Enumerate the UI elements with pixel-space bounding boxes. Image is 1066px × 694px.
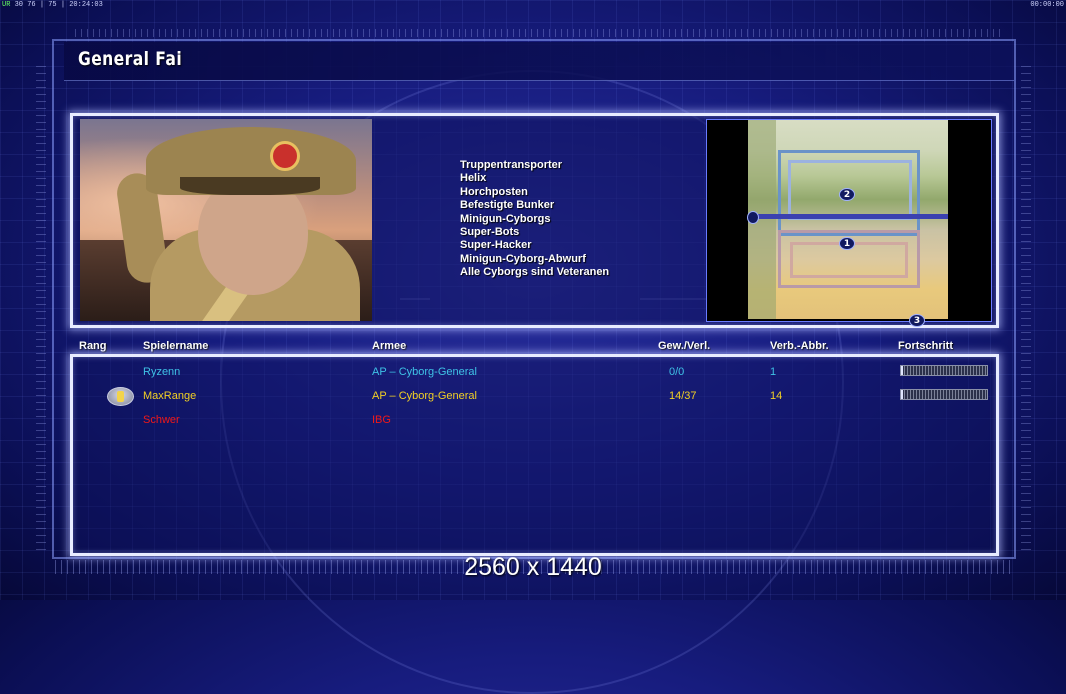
- player-army: AP – Cyborg-General: [372, 366, 477, 378]
- rank-icon: [107, 387, 134, 406]
- start-marker-2[interactable]: 2: [839, 188, 855, 201]
- header-winloss: Gew./Verl.: [658, 340, 711, 352]
- ruler-left: [36, 60, 46, 550]
- unit-item: Horchposten: [460, 185, 528, 198]
- start-marker-3[interactable]: 3: [909, 314, 925, 327]
- status-time: 00:00:00: [1030, 1, 1064, 9]
- unit-item: Alle Cyborgs sind Veteranen: [460, 266, 610, 279]
- status-stats: 30 76 | 75 | 20:24:03: [14, 1, 103, 9]
- unit-item: Super-Bots: [460, 225, 520, 238]
- header-army: Armee: [372, 340, 407, 352]
- unit-item: Helix: [460, 172, 487, 185]
- player-army: IBG: [372, 414, 391, 426]
- header-player: Spielername: [143, 340, 209, 352]
- progress-bar: [900, 365, 988, 376]
- resolution-label: 2560 x 1440: [464, 553, 602, 581]
- unit-item: Befestigte Bunker: [460, 199, 555, 212]
- player-disconnects: 14: [770, 390, 783, 402]
- page-title: General Fai: [78, 48, 183, 70]
- unit-item: Minigun-Cyborgs: [460, 212, 551, 225]
- unit-item: Minigun-Cyborg-Abwurf: [460, 252, 586, 265]
- header-rank: Rang: [79, 340, 107, 352]
- map-edge-marker: [747, 211, 759, 224]
- progress-bar: [900, 389, 988, 400]
- player-name: Schwer: [143, 414, 180, 426]
- player-winloss: 14/37: [669, 390, 697, 402]
- title-bar: [64, 42, 1014, 81]
- player-name: Ryzenn: [143, 366, 181, 378]
- unit-item: Super-Hacker: [460, 239, 532, 252]
- unit-list: Truppentransporter Helix Horchposten Bef…: [460, 159, 609, 280]
- header-progress: Fortschritt: [898, 340, 953, 352]
- player-table-panel: [70, 354, 999, 556]
- start-marker-1[interactable]: 1: [839, 237, 855, 250]
- minimap[interactable]: [748, 120, 948, 319]
- ruler-top: [75, 29, 1005, 37]
- player-name: MaxRange: [143, 390, 197, 402]
- unit-item: Truppentransporter: [460, 159, 563, 171]
- player-disconnects: 1: [770, 366, 777, 378]
- ruler-right: [1021, 60, 1031, 550]
- status-prefix: UR: [2, 1, 11, 9]
- general-portrait: [80, 119, 372, 321]
- status-bar: UR 30 76 | 75 | 20:24:03 00:00:00: [0, 0, 1066, 10]
- player-army: AP – Cyborg-General: [372, 390, 477, 402]
- player-winloss: 0/0: [669, 366, 685, 378]
- header-disconnects: Verb.-Abbr.: [770, 340, 829, 352]
